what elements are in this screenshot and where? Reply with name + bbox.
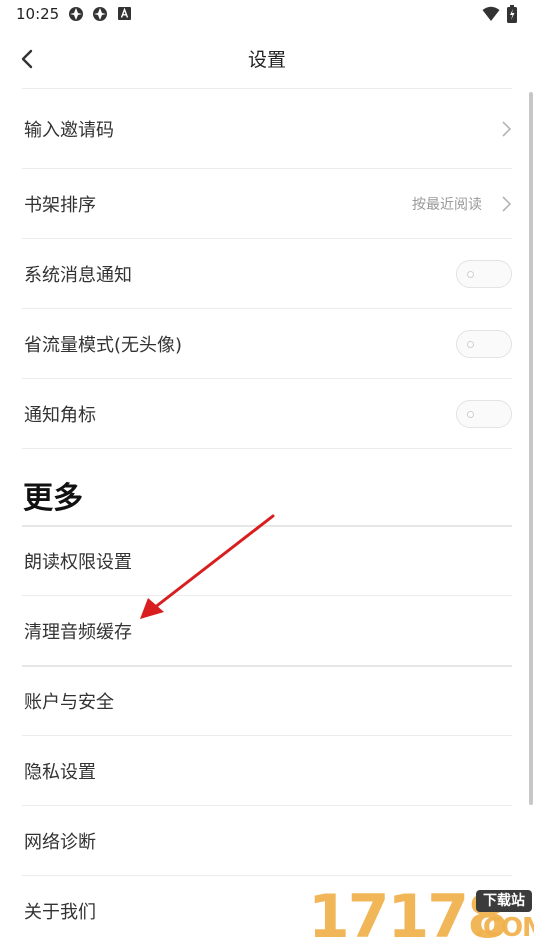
scrollbar[interactable] [529,92,533,805]
a-icon [118,7,131,20]
data-saver-row: 省流量模式(无头像) [22,308,512,378]
page-title: 设置 [247,49,286,71]
watermark-badge: 下载站 [476,890,532,912]
chevron-right-icon [502,120,512,137]
battery-icon [507,5,517,23]
shelf-sort-row[interactable]: 书架排序 按最近阅读 [22,168,512,238]
row-label: 朗读权限设置 [24,552,132,573]
app-icon [69,7,83,21]
row-label: 输入邀请码 [24,119,114,141]
row-label: 系统消息通知 [24,264,132,286]
watermark-suffix: .COM [474,913,534,943]
badge-toggle[interactable] [456,399,512,428]
row-label: 账户与安全 [24,692,114,713]
row-label: 隐私设置 [24,761,96,783]
row-label: 通知角标 [24,404,96,426]
status-time: 10:25 [16,5,60,23]
badge-row: 通知角标 [22,378,512,448]
page-header: 设置 [0,30,534,88]
row-label: 省流量模式(无头像) [24,334,183,356]
toggle-knob [467,340,474,348]
toggle-knob [467,410,474,418]
toggle-knob [467,270,474,278]
more-item-account-security[interactable]: 账户与安全 [22,665,512,735]
data-saver-toggle[interactable] [456,329,512,358]
invite-code-row[interactable]: 输入邀请码 [22,88,512,168]
section-title: 更多 [23,481,83,516]
status-bar: 10:25 [0,0,534,30]
system-notify-row: 系统消息通知 [22,238,512,308]
system-notify-toggle[interactable] [456,259,512,288]
row-label: 网络诊断 [24,831,96,853]
app-icon [93,7,107,21]
annotation-arrow [140,514,275,619]
site-watermark: 17178 下载站 .COM [308,885,534,950]
shelf-sort-value: 按最近阅读 [412,196,482,213]
row-label: 清理音频缓存 [24,621,132,643]
wifi-icon [482,6,500,21]
row-label: 书架排序 [24,194,96,216]
more-item-network-diagnosis[interactable]: 网络诊断 [22,805,512,875]
row-label: 关于我们 [24,901,96,923]
more-item-privacy[interactable]: 隐私设置 [22,735,512,805]
chevron-right-icon [502,195,512,212]
